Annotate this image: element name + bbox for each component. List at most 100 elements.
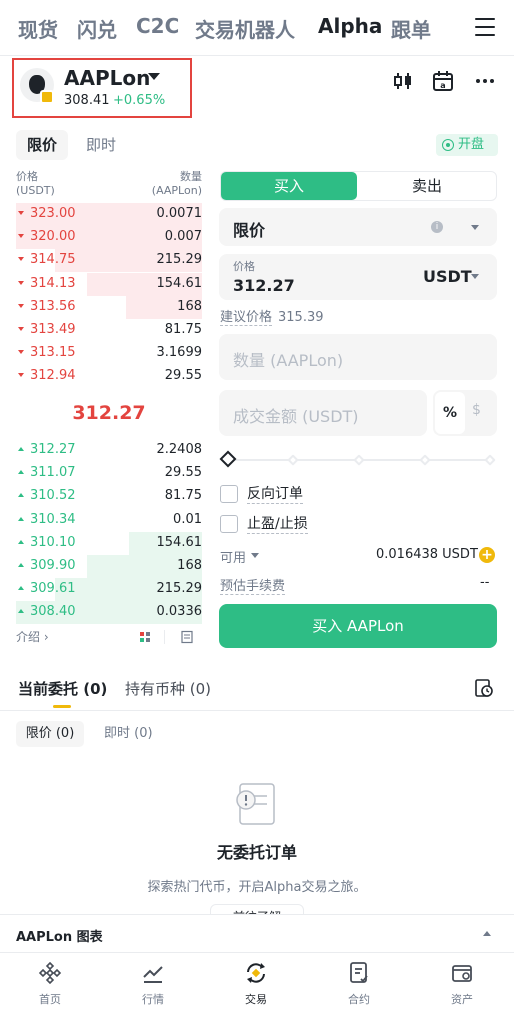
bottom-nav: 首页 行情 交易 合约 资产 xyxy=(0,952,514,1024)
arrow-up-icon xyxy=(18,447,24,451)
fee-label: 预估手续费 xyxy=(220,575,286,595)
suggested-price: 建议价格 315.39 xyxy=(220,310,324,326)
symbol-dropdown-icon[interactable] xyxy=(148,73,160,80)
nav-home[interactable]: 首页 xyxy=(10,961,90,1007)
percent-toggle[interactable]: % xyxy=(435,392,465,434)
arrow-up-icon xyxy=(18,563,24,567)
nav-trade[interactable]: 交易 xyxy=(216,961,296,1007)
price-input[interactable]: 价格 312.27 USDT xyxy=(219,254,497,300)
nav-trading-bots[interactable]: 交易机器人 xyxy=(195,14,295,43)
arrow-up-icon xyxy=(18,516,24,521)
bid-price: 309.61 xyxy=(30,581,76,597)
nav-c2c[interactable]: C2C xyxy=(136,14,179,38)
tp-sl-label[interactable]: 止盈/止损 xyxy=(247,515,308,534)
ask-row[interactable]: 323.00 0.0071 xyxy=(16,203,202,226)
tab-holdings[interactable]: 持有币种 (0) xyxy=(125,678,211,699)
arrow-down-icon xyxy=(18,257,24,262)
bid-row[interactable]: 309.90 168 xyxy=(16,555,202,578)
bid-row[interactable]: 309.61 215.29 xyxy=(16,578,202,602)
slider-step-50[interactable] xyxy=(353,454,365,466)
slider-step-25[interactable] xyxy=(287,454,299,466)
tp-sl-checkbox[interactable] xyxy=(220,515,238,533)
arrow-down-icon xyxy=(18,211,24,215)
chevron-down-icon[interactable] xyxy=(251,553,259,558)
ask-row[interactable]: 312.94 29.55 xyxy=(16,365,202,388)
ask-row[interactable]: 313.49 81.75 xyxy=(16,319,202,342)
chevron-up-icon[interactable] xyxy=(483,931,491,936)
add-funds-icon[interactable]: + xyxy=(479,547,495,563)
subtab-limit[interactable]: 限价 (0) xyxy=(16,721,84,747)
chevron-down-icon xyxy=(471,225,479,230)
bid-price: 312.27 xyxy=(30,442,76,457)
dollar-toggle[interactable]: $ xyxy=(472,402,481,418)
nav-alpha[interactable]: Alpha xyxy=(318,14,382,38)
bid-qty: 168 xyxy=(177,558,202,573)
order-type-select[interactable]: 限价 i xyxy=(219,208,497,246)
ask-row[interactable]: 314.75 215.29 xyxy=(16,249,202,273)
orderbook-list-view-icon[interactable] xyxy=(180,630,194,644)
slider-step-100[interactable] xyxy=(484,454,496,466)
open-status-icon xyxy=(442,139,454,151)
nav-assets[interactable]: 资产 xyxy=(422,961,502,1007)
ask-price: 313.56 xyxy=(30,298,76,314)
info-icon[interactable]: i xyxy=(431,221,443,233)
nav-markets[interactable]: 行情 xyxy=(113,961,193,1007)
nav-futures[interactable]: 合约 xyxy=(319,961,399,1007)
reverse-order-checkbox[interactable] xyxy=(220,485,238,503)
home-icon xyxy=(38,961,62,985)
menu-icon[interactable] xyxy=(475,18,495,36)
ask-qty: 3.1699 xyxy=(156,345,203,361)
bid-row[interactable]: 308.40 0.0336 xyxy=(16,601,202,625)
slider-step-75[interactable] xyxy=(419,454,431,466)
arrow-up-icon xyxy=(18,493,24,498)
orderbook-both-view-icon[interactable] xyxy=(138,630,152,644)
buy-tab[interactable]: 买入 xyxy=(221,172,357,200)
slider-handle[interactable] xyxy=(219,450,237,468)
ask-price: 314.75 xyxy=(30,252,76,268)
nav-copy-trading[interactable]: 跟单 xyxy=(391,14,431,43)
nav-spot[interactable]: 现货 xyxy=(18,14,58,43)
chart-drawer[interactable]: AAPLon 图表 xyxy=(0,914,514,952)
symbol-name[interactable]: AAPLon xyxy=(64,66,150,90)
ask-price: 320.00 xyxy=(30,229,76,245)
available-label[interactable]: 可用 xyxy=(220,547,246,566)
candlestick-chart-icon[interactable] xyxy=(392,70,414,92)
ask-row[interactable]: 320.00 0.007 xyxy=(16,226,202,250)
reverse-order-label[interactable]: 反向订单 xyxy=(247,485,303,504)
bid-row[interactable]: 311.07 29.55 xyxy=(16,462,202,485)
more-icon[interactable] xyxy=(474,70,496,92)
intro-link[interactable]: 介绍 › xyxy=(16,628,49,645)
ask-price: 312.94 xyxy=(30,368,76,384)
buy-button[interactable]: 买入 AAPLon xyxy=(219,604,497,648)
amount-input[interactable]: 成交金额 (USDT) xyxy=(219,390,427,436)
tab-market[interactable]: 即时 xyxy=(86,130,116,160)
bid-row[interactable]: 310.10 154.61 xyxy=(16,531,203,555)
tab-limit[interactable]: 限价 xyxy=(16,130,68,160)
mid-price[interactable]: 312.27 xyxy=(16,402,202,424)
ask-row[interactable]: 314.13 154.61 xyxy=(16,272,202,296)
order-history-icon[interactable] xyxy=(474,678,494,698)
tab-open-orders[interactable]: 当前委托 (0) xyxy=(18,678,107,699)
subtab-market[interactable]: 即时 (0) xyxy=(104,721,153,747)
ask-qty: 0.007 xyxy=(164,229,202,245)
quantity-input[interactable]: 数量 (AAPLon) xyxy=(219,334,497,380)
empty-subtitle: 探索热门代币，开启Alpha交易之旅。 xyxy=(147,880,367,895)
ask-qty: 168 xyxy=(177,298,202,314)
calendar-icon[interactable]: a xyxy=(432,70,454,92)
bid-qty: 2.2408 xyxy=(156,442,203,457)
ask-row[interactable]: 313.15 3.1699 xyxy=(16,342,202,365)
bid-row[interactable]: 310.52 81.75 xyxy=(16,485,202,508)
nav-convert[interactable]: 闪兑 xyxy=(77,14,117,43)
bid-qty: 154.61 xyxy=(156,534,203,550)
price-unit-select[interactable]: USDT xyxy=(423,267,472,286)
chevron-down-icon xyxy=(471,274,479,279)
sell-tab[interactable]: 卖出 xyxy=(358,172,496,200)
arrow-down-icon xyxy=(18,350,24,355)
trade-icon xyxy=(247,963,265,983)
market-status-badge: 开盘 xyxy=(436,134,498,156)
bid-row[interactable]: 312.27 2.2408 xyxy=(16,439,202,462)
bid-price: 310.10 xyxy=(30,534,76,550)
bid-row[interactable]: 310.34 0.01 xyxy=(16,509,202,532)
ask-row[interactable]: 313.56 168 xyxy=(16,295,202,319)
arrow-up-icon xyxy=(18,586,24,591)
